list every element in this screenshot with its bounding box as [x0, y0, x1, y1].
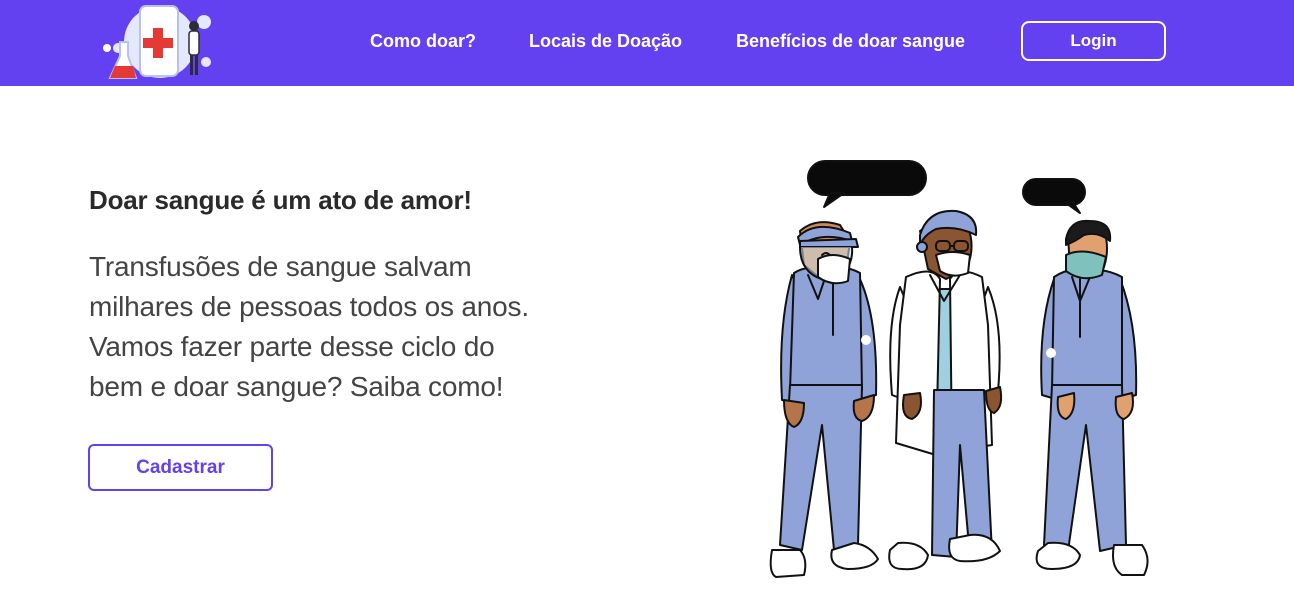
- hero-title: Doar sangue é um ato de amor!: [89, 185, 472, 215]
- login-button[interactable]: Login: [1021, 21, 1166, 61]
- logo-icon[interactable]: [98, 4, 220, 84]
- hero-text-line: Transfusões de sangue salvam: [89, 251, 472, 282]
- hero-text-line: milhares de pessoas todos os anos.: [89, 291, 529, 322]
- nav-link-locais-de-doacao[interactable]: Locais de Doação: [529, 31, 682, 51]
- cadastrar-button[interactable]: Cadastrar: [88, 444, 273, 491]
- health-workers-illustration-icon: [760, 155, 1160, 585]
- hero-text: Transfusões de sangue salvam milhares de…: [89, 247, 609, 407]
- speech-bubble-right-icon: [1022, 178, 1086, 214]
- worker-right-icon: [1035, 219, 1149, 576]
- worker-middle-icon: [888, 209, 1003, 571]
- hero-text-line: Vamos fazer parte desse ciclo do: [89, 331, 495, 362]
- speech-bubble-left-icon: [807, 160, 927, 208]
- nav-link-como-doar[interactable]: Como doar?: [370, 31, 476, 51]
- worker-left-icon: [769, 221, 879, 578]
- nav-link-beneficios[interactable]: Benefícios de doar sangue: [736, 31, 965, 51]
- hero-text-line: bem e doar sangue? Saiba como!: [89, 371, 504, 402]
- navbar: Como doar? Locais de Doação Benefícios d…: [0, 0, 1294, 86]
